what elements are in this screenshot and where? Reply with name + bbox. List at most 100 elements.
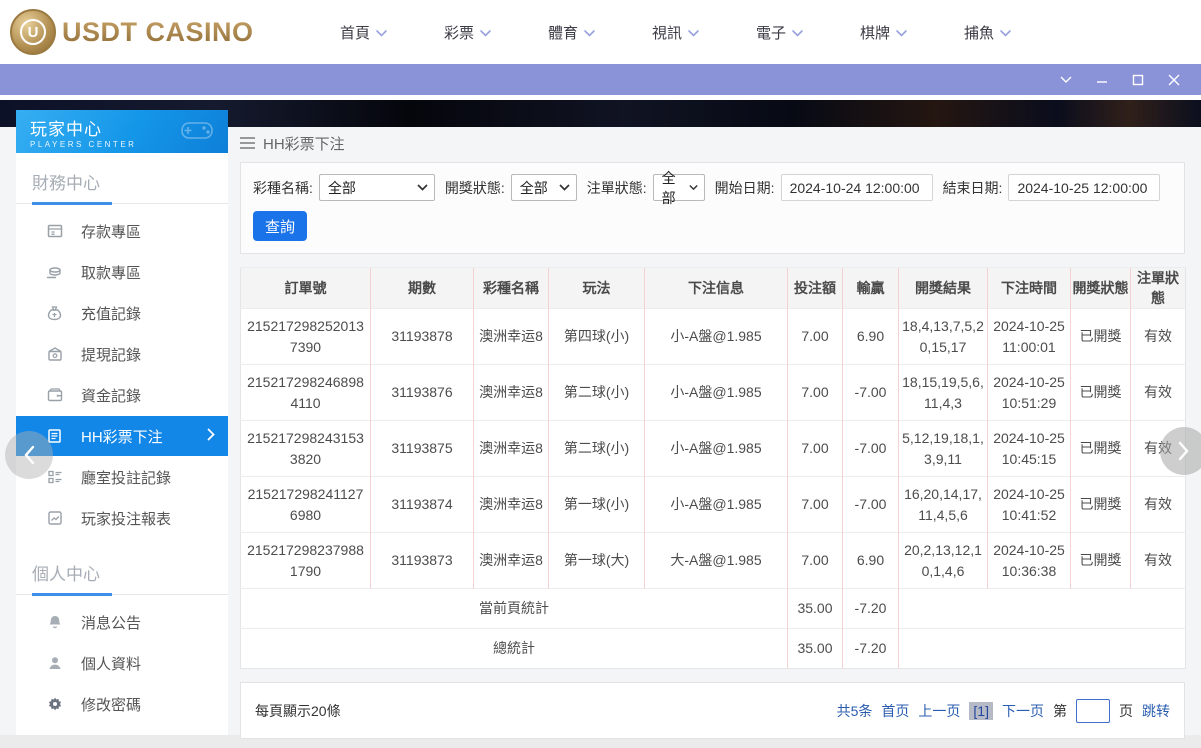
pagination-controls: 共5条 首页 上一页 [1] 下一页 第 页 跳转 <box>836 698 1170 723</box>
first-page-link[interactable]: 首页 <box>881 701 909 721</box>
gamepad-icon <box>181 122 213 139</box>
chevron-down-icon <box>1000 29 1011 37</box>
summary-label: 當前頁統計 <box>240 588 788 629</box>
sidebar-item-recharge-record[interactable]: 充值記錄 <box>16 293 228 333</box>
recharge-record-icon <box>46 305 63 321</box>
sidebar-item-withdraw[interactable]: 取款專區 <box>16 252 228 292</box>
col-lottery-name: 彩種名稱 <box>473 267 549 309</box>
sidebar-item-deposit[interactable]: 存款專區 <box>16 211 228 251</box>
table-row: 2152172982468984110 31193876 澳洲幸运8 第二球(小) … <box>240 364 1186 421</box>
col-bet-time: 下注時間 <box>987 267 1071 309</box>
minimize-icon <box>1097 80 1107 83</box>
col-draw-result: 開獎結果 <box>898 267 988 309</box>
start-date-label: 開始日期: <box>714 179 775 196</box>
bet-records-table: 訂單號 期數 彩種名稱 玩法 下注信息 投注額 輸贏 開獎結果 下注時間 開獎狀… <box>240 267 1186 669</box>
page-jump-input[interactable] <box>1076 698 1110 723</box>
section-divider <box>16 593 228 596</box>
search-button[interactable]: 查詢 <box>253 211 307 241</box>
nav-item-lottery[interactable]: 彩票 <box>416 22 520 43</box>
chevron-down-icon <box>376 29 387 37</box>
col-winloss: 輸贏 <box>842 267 899 309</box>
app-window: U USDT CASINO 首頁 彩票 體育 視訊 電子 棋牌 捕魚 玩家中心 … <box>0 0 1201 748</box>
sidebar-item-player-bet-report[interactable]: 玩家投注報表 <box>16 498 228 538</box>
draw-status-select[interactable]: 全部 <box>510 174 577 201</box>
chevron-right-icon <box>1178 441 1189 461</box>
logo-text: USDT CASINO <box>62 16 254 47</box>
page-size-text: 每頁顯示20條 <box>255 702 341 719</box>
maximize-button[interactable] <box>1125 69 1151 91</box>
chevron-down-button[interactable] <box>1053 69 1079 91</box>
pagination-bar: 每頁顯示20條 共5条 首页 上一页 [1] 下一页 第 页 跳转 <box>240 682 1185 739</box>
nav-item-live[interactable]: 視訊 <box>624 22 728 43</box>
logo[interactable]: U USDT CASINO <box>10 9 254 55</box>
table-row: 2152172982431533820 31193875 澳洲幸运8 第二球(小) … <box>240 420 1186 477</box>
content-area: HH彩票下注 彩種名稱: 全部 開獎狀態: 全部 注單狀態: 全部 開始日期: … <box>240 131 1186 739</box>
nav-item-slots[interactable]: 電子 <box>728 22 832 43</box>
table-row: 2152172982411276980 31193874 澳洲幸运8 第一球(小) … <box>240 476 1186 533</box>
personal-menu: 消息公告 個人資料 修改密碼 <box>16 595 228 730</box>
maximize-icon <box>1132 74 1144 85</box>
chevron-down-icon <box>1060 76 1072 83</box>
next-page-link[interactable]: 下一页 <box>1002 701 1044 721</box>
section-title-agent: 代理中心 <box>16 730 228 735</box>
withdraw-icon <box>46 264 63 280</box>
lottery-name-label: 彩種名稱: <box>253 179 313 196</box>
top-header: U USDT CASINO 首頁 彩票 體育 視訊 電子 棋牌 捕魚 <box>0 0 1201 64</box>
profile-icon <box>46 655 63 671</box>
col-order-status: 注單狀態 <box>1130 267 1186 309</box>
chevron-down-icon <box>896 29 907 37</box>
hamburger-icon[interactable] <box>240 137 255 149</box>
sidebar-item-profile[interactable]: 個人資料 <box>16 643 228 683</box>
funds-record-icon <box>46 387 63 403</box>
col-bet-amount: 投注額 <box>787 267 843 309</box>
close-button[interactable] <box>1161 69 1187 91</box>
prev-page-link[interactable]: 上一页 <box>918 701 960 721</box>
table-header-row: 訂單號 期數 彩種名稱 玩法 下注信息 投注額 輸贏 開獎結果 下注時間 開獎狀… <box>240 267 1186 309</box>
section-title-personal: 個人中心 <box>32 565 100 584</box>
summary-winloss-total: -7.20 <box>842 628 899 669</box>
sidebar: 玩家中心 PLAYERS CENTER 財務中心 存款專區 取款專區 充值記錄 … <box>16 110 228 735</box>
finance-menu: 存款專區 取款專區 充值記錄 提現記錄 資金記錄 HH彩票下注 廳室投註記錄 玩… <box>16 204 228 544</box>
nav-item-fishing[interactable]: 捕魚 <box>936 22 1040 43</box>
gear-icon <box>46 696 63 712</box>
main-nav: 首頁 彩票 體育 視訊 電子 棋牌 捕魚 <box>312 22 1040 43</box>
jump-button[interactable]: 跳转 <box>1142 701 1170 721</box>
chevron-down-icon <box>559 184 570 191</box>
close-icon <box>1168 74 1180 85</box>
scroll-left-button[interactable] <box>5 431 53 479</box>
summary-label: 總統計 <box>240 628 788 669</box>
col-order-id: 訂單號 <box>240 267 371 309</box>
chevron-right-icon <box>207 428 215 445</box>
bell-icon <box>46 614 63 630</box>
section-title-finance: 財務中心 <box>32 174 100 193</box>
nav-item-sports[interactable]: 體育 <box>520 22 624 43</box>
col-bet-info: 下注信息 <box>644 267 788 309</box>
col-period: 期數 <box>370 267 474 309</box>
col-draw-status: 開獎狀態 <box>1070 267 1131 309</box>
chevron-left-icon <box>24 445 35 465</box>
current-page-indicator: [1] <box>969 701 993 720</box>
order-status-select[interactable]: 全部 <box>652 170 705 206</box>
grand-total-summary-row: 總統計 35.00 -7.20 <box>240 628 1186 669</box>
jump-prefix-text: 第 <box>1053 702 1067 719</box>
total-count-text: 共5条 <box>836 702 873 719</box>
logo-badge-icon: U <box>10 9 56 55</box>
window-titlebar <box>0 64 1201 95</box>
draw-status-label: 開獎狀態: <box>444 179 505 196</box>
start-date-input[interactable] <box>780 174 933 201</box>
minimize-button[interactable] <box>1089 69 1115 91</box>
sidebar-item-change-password[interactable]: 修改密碼 <box>16 684 228 724</box>
end-date-input[interactable] <box>1008 174 1161 201</box>
cashout-record-icon <box>46 346 63 362</box>
hall-record-icon <box>46 469 63 485</box>
order-status-label: 注單狀態: <box>586 179 647 196</box>
scroll-right-button[interactable] <box>1160 427 1201 475</box>
nav-item-cards[interactable]: 棋牌 <box>832 22 936 43</box>
sidebar-header: 玩家中心 PLAYERS CENTER <box>16 110 228 153</box>
lottery-name-select[interactable]: 全部 <box>318 174 435 201</box>
sidebar-item-cashout-record[interactable]: 提現記錄 <box>16 334 228 374</box>
breadcrumb: HH彩票下注 <box>240 131 1185 155</box>
nav-item-home[interactable]: 首頁 <box>312 22 416 43</box>
sidebar-item-announcements[interactable]: 消息公告 <box>16 602 228 642</box>
sidebar-item-funds-record[interactable]: 資金記錄 <box>16 375 228 415</box>
